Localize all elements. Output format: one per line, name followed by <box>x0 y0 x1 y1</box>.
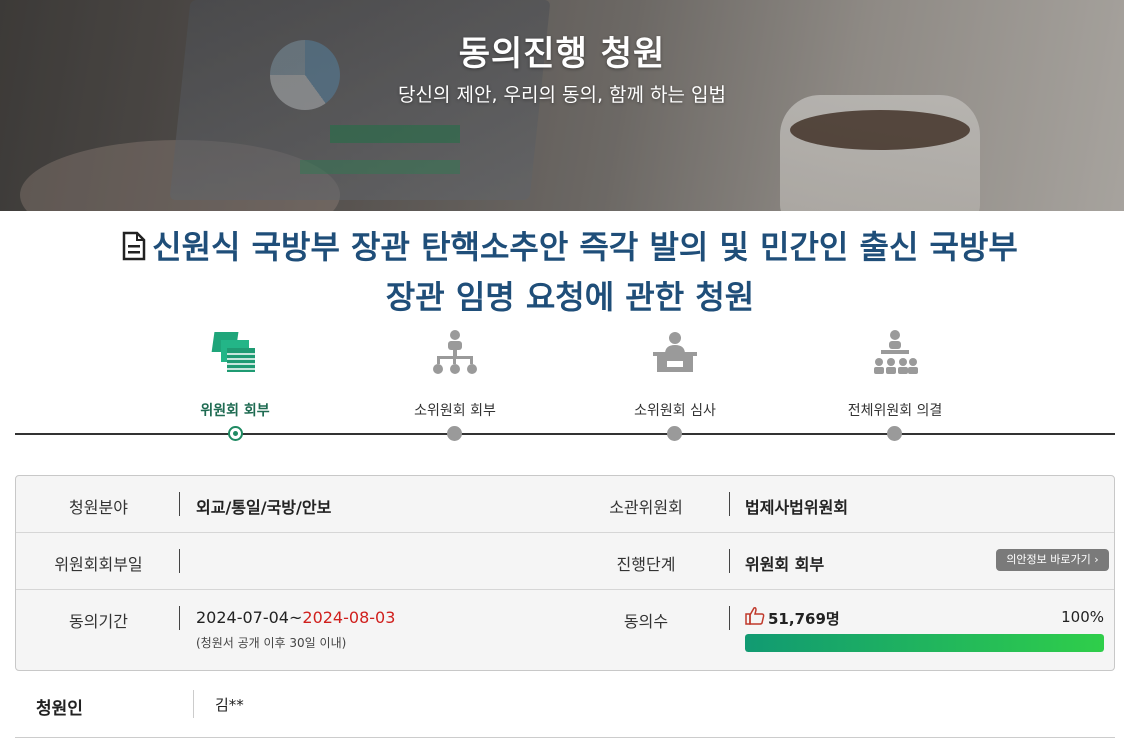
period-note: (청원서 공개 이후 30일 이내) <box>196 636 347 650</box>
step-dot <box>887 426 902 441</box>
period-value: 2024-07-04~2024-08-03 <box>196 608 395 627</box>
chevron-right-icon: › <box>1094 553 1099 566</box>
period-label: 동의기간 <box>69 612 128 631</box>
divider <box>15 737 1115 738</box>
org-chart-icon <box>433 330 477 374</box>
field-label: 청원분야 <box>69 498 128 517</box>
info-row: 청원분야 외교/통일/국방/안보 소관위원회 법제사법위원회 <box>16 476 1114 533</box>
period-start: 2024-07-04~ <box>196 608 303 627</box>
period-end: 2024-08-03 <box>302 608 396 627</box>
step-label: 소위원회 심사 <box>634 403 716 419</box>
step-full-committee-vote: 전체위원회 의결 <box>795 328 995 420</box>
bill-info-button[interactable]: 의안정보 바로가기 › <box>996 549 1109 571</box>
stage-label: 진행단계 <box>616 555 676 574</box>
petition-title-text: 신원식 국방부 장관 탄핵소추안 즉각 발의 및 민간인 출신 국방부장관 임명… <box>152 228 1018 316</box>
progress-line <box>15 433 1115 435</box>
agree-progress-bar <box>745 634 1104 652</box>
step-label: 위원회 회부 <box>200 403 270 419</box>
stage-value: 위원회 회부 <box>745 555 825 574</box>
petitioner-label: 청원인 <box>36 699 83 719</box>
petition-title: 신원식 국방부 장관 탄핵소추안 즉각 발의 및 민간인 출신 국방부장관 임명… <box>110 222 1030 322</box>
committee-label: 소관위원회 <box>609 498 683 517</box>
step-committee-referral: 위원회 회부 <box>135 328 335 420</box>
step-subcommittee-referral: 소위원회 회부 <box>355 328 555 420</box>
petitioner-value: 김** <box>215 696 244 714</box>
agree-label: 동의수 <box>623 612 669 631</box>
petition-info-table: 청원분야 외교/통일/국방/안보 소관위원회 법제사법위원회 위원회회부일 진행… <box>15 475 1115 671</box>
referral-date-label: 위원회회부일 <box>54 555 143 574</box>
agree-count: 51,769명 <box>768 610 840 628</box>
thumbs-up-icon <box>745 607 765 625</box>
podium-icon <box>653 332 697 372</box>
hero-banner: 동의진행 청원 당신의 제안, 우리의 동의, 함께 하는 입법 <box>0 0 1124 211</box>
agree-progress-fill <box>745 634 1104 652</box>
step-label: 전체위원회 의결 <box>847 403 943 419</box>
committee-value: 법제사법위원회 <box>745 498 849 517</box>
step-dot-active <box>228 426 243 441</box>
hero-subtitle: 당신의 제안, 우리의 동의, 함께 하는 입법 <box>398 84 726 106</box>
info-row: 위원회회부일 진행단계 위원회 회부 의안정보 바로가기 › <box>16 533 1114 590</box>
step-dot <box>447 426 462 441</box>
document-icon <box>122 231 146 261</box>
field-value: 외교/통일/국방/안보 <box>196 498 332 517</box>
assembly-icon <box>874 330 918 374</box>
agree-percent: 100% <box>1061 608 1104 626</box>
hero-title: 동의진행 청원 <box>458 34 666 74</box>
info-row: 동의기간 2024-07-04~2024-08-03 (청원서 공개 이후 30… <box>16 590 1114 670</box>
step-dot <box>667 426 682 441</box>
bill-info-button-label: 의안정보 바로가기 <box>1006 553 1091 566</box>
step-subcommittee-review: 소위원회 심사 <box>575 328 775 420</box>
step-label: 소위원회 회부 <box>414 403 496 419</box>
documents-icon <box>211 332 255 372</box>
